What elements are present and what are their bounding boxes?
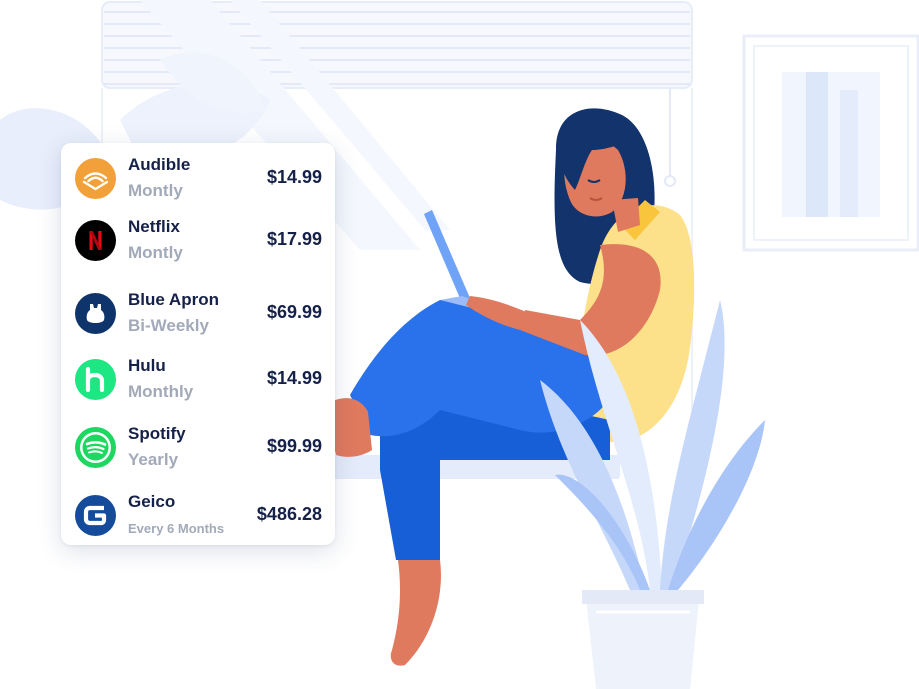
subscription-price: $69.99 xyxy=(266,302,322,322)
blue-apron-logo-icon xyxy=(75,293,116,334)
subscription-row-hulu[interactable]: Hulu Monthly $14.99 xyxy=(61,348,335,408)
subscription-price: $486.28 xyxy=(256,504,322,524)
subscriptions-card: Audible Montly $14.99 Netflix Montly $17… xyxy=(61,143,335,545)
subscription-price: $99.99 xyxy=(266,436,322,456)
hero-scene: Audible Montly $14.99 Netflix Montly $17… xyxy=(0,0,919,689)
subscription-price: $14.99 xyxy=(266,368,322,388)
subscription-name: Hulu xyxy=(128,356,166,375)
geico-logo-icon xyxy=(75,495,116,536)
subscription-row-spotify[interactable]: Spotify Yearly $99.99 xyxy=(61,416,335,476)
hulu-logo-icon xyxy=(75,359,116,400)
subscription-row-geico[interactable]: Geico Every 6 Months $486.28 xyxy=(61,484,335,544)
subscription-frequency: Every 6 Months xyxy=(128,521,225,536)
subscription-row-blue-apron[interactable]: Blue Apron Bi-Weekly $69.99 xyxy=(61,282,335,342)
subscription-name: Blue Apron xyxy=(128,290,219,309)
subscription-frequency: Montly xyxy=(128,243,183,262)
subscription-row-audible[interactable]: Audible Montly $14.99 xyxy=(61,147,335,207)
audible-logo-icon xyxy=(75,158,116,199)
subscription-frequency: Montly xyxy=(128,181,183,200)
subscription-frequency: Monthly xyxy=(128,382,194,401)
wall-frame-illustration xyxy=(742,34,919,252)
subscription-name: Netflix xyxy=(128,217,180,236)
subscription-frequency: Yearly xyxy=(128,450,179,469)
netflix-logo-icon xyxy=(75,220,116,261)
subscription-name: Geico xyxy=(128,492,176,511)
subscription-name: Spotify xyxy=(128,424,186,443)
spotify-logo-icon xyxy=(75,427,116,468)
subscription-name: Audible xyxy=(128,155,191,174)
subscription-frequency: Bi-Weekly xyxy=(128,316,209,335)
subscription-price: $14.99 xyxy=(266,167,322,187)
subscription-price: $17.99 xyxy=(266,229,322,249)
subscription-row-netflix[interactable]: Netflix Montly $17.99 xyxy=(61,209,335,269)
